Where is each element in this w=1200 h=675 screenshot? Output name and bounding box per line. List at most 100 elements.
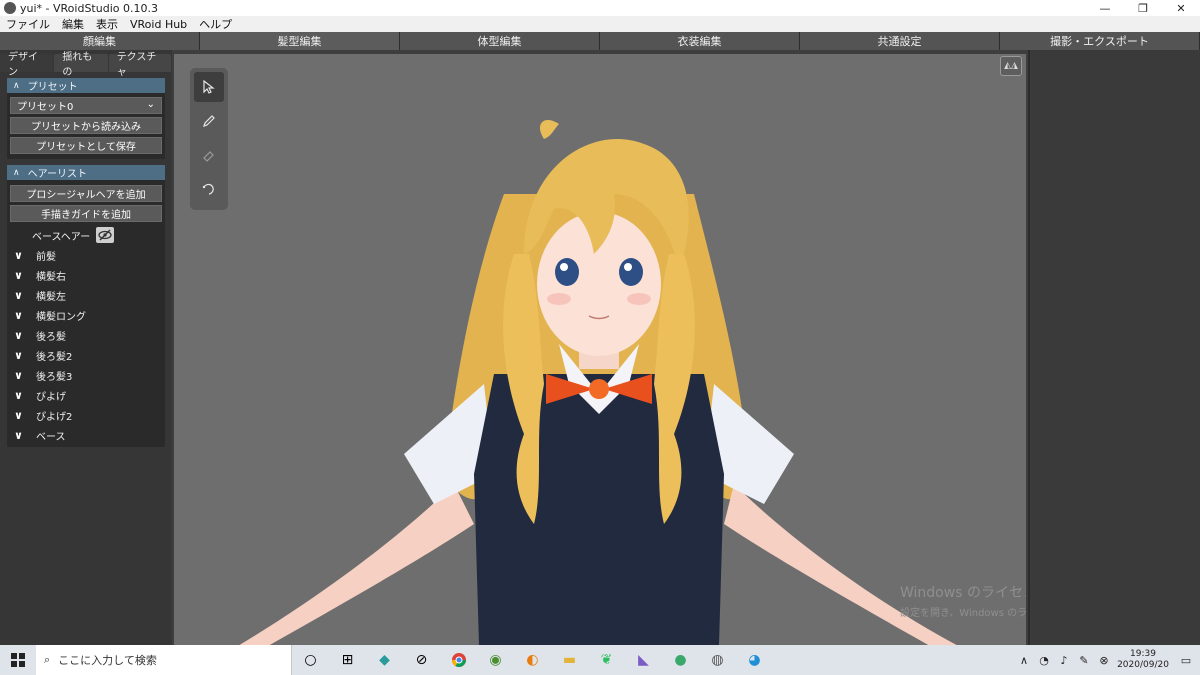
chevron-down-icon: ⌄ <box>146 99 155 110</box>
app-icon[interactable]: ● <box>662 645 699 675</box>
clock-time: 19:39 <box>1130 649 1156 659</box>
restore-icon[interactable]: ❐ <box>1124 0 1162 16</box>
select-arrow-icon[interactable] <box>194 72 224 102</box>
load-preset-button[interactable]: プリセットから読み込み <box>10 117 162 134</box>
tab-design[interactable]: デザイン <box>0 52 54 78</box>
hair-list-item[interactable]: ∨ 後ろ髪3 <box>10 365 162 385</box>
menu-file[interactable]: ファイル <box>0 16 56 32</box>
menu-vroid-hub[interactable]: VRoid Hub <box>124 18 193 31</box>
base-hair-label: ベースヘアー <box>32 231 91 243</box>
hair-item-label: ベース <box>36 431 66 443</box>
chevron-down-icon: ∨ <box>14 328 23 342</box>
hair-list-item[interactable]: ∨ 横髪左 <box>10 285 162 305</box>
tab-body-edit[interactable]: 体型編集 <box>400 32 600 50</box>
model-viewport[interactable]: ◭◮ Windows のライセンス認証 設定を開き、Windows のライセンス… <box>174 54 1026 645</box>
preset-section-header[interactable]: ∧ プリセット <box>7 78 165 93</box>
chevron-down-icon: ∨ <box>14 408 23 422</box>
task-view-icon[interactable]: ○ <box>292 645 329 675</box>
search-icon: ⌕ <box>44 653 51 666</box>
status-icon[interactable]: ⊗ <box>1094 654 1114 667</box>
hair-item-label: 横髪ロング <box>36 311 86 323</box>
clock-date: 2020/09/20 <box>1117 660 1169 670</box>
chevron-up-icon: ∧ <box>13 80 20 91</box>
hair-list-item[interactable]: ∨ ぴよげ <box>10 385 162 405</box>
hair-list-item[interactable]: ∨ 後ろ髪 <box>10 325 162 345</box>
vroid-icon[interactable]: ◍ <box>699 645 736 675</box>
menu-edit[interactable]: 編集 <box>56 16 90 32</box>
app-icon[interactable]: ◆ <box>366 645 403 675</box>
sub-tabs: デザイン 揺れもの テクスチャ <box>0 50 172 78</box>
menu-help[interactable]: ヘルプ <box>193 16 238 32</box>
hair-list-panel: プロシージャルヘアを追加 手描きガイドを追加 ベースヘアー ∨ 前髪 ∨ 横髪右 ∨… <box>7 180 165 447</box>
chrome-icon[interactable] <box>440 645 477 675</box>
hair-list-item[interactable]: ∨ 横髪右 <box>10 265 162 285</box>
notification-icon[interactable]: ▭ <box>1172 654 1200 667</box>
hair-item-label: 横髪右 <box>36 271 66 283</box>
main-tabs: 顔編集 髪型編集 体型編集 衣装編集 共通設定 撮影・エクスポート <box>0 32 1200 50</box>
blender-icon[interactable]: ◐ <box>514 645 551 675</box>
chevron-up-icon: ∧ <box>13 167 20 178</box>
hair-list-item[interactable]: ∨ ぴよげ2 <box>10 405 162 425</box>
hair-list-item[interactable]: ∨ ベース <box>10 425 162 445</box>
clock[interactable]: 19:39 2020/09/20 <box>1114 649 1172 671</box>
visual-studio-icon[interactable]: ◣ <box>625 645 662 675</box>
folder-icon[interactable]: ▬ <box>551 645 588 675</box>
menu-view[interactable]: 表示 <box>90 16 124 32</box>
smooth-curve-icon[interactable] <box>194 174 224 204</box>
tab-texture[interactable]: テクスチャ <box>108 52 171 78</box>
hair-item-label: 後ろ髪3 <box>36 371 73 383</box>
hair-item-label: ぴよげ <box>36 391 66 403</box>
pen-tray-icon[interactable]: ✎ <box>1074 654 1094 667</box>
evernote-icon[interactable]: ❦ <box>588 645 625 675</box>
widgets-icon[interactable]: ⊞ <box>329 645 366 675</box>
search-placeholder: ここに入力して検索 <box>58 654 157 667</box>
right-panel <box>1028 50 1200 645</box>
activation-watermark: Windows のライセンス認証 設定を開き、Windows のライセンス認証を… <box>900 582 1026 619</box>
hair-item-label: 後ろ髪 <box>36 331 66 343</box>
chevron-down-icon: ∨ <box>14 288 23 302</box>
pen-icon[interactable] <box>194 106 224 136</box>
add-procedural-hair-button[interactable]: プロシージャルヘアを追加 <box>10 185 162 202</box>
mirror-toggle-icon[interactable]: ◭◮ <box>1000 56 1022 76</box>
window-title: yui* - VRoidStudio 0.10.3 <box>20 1 158 15</box>
tab-photo-export[interactable]: 撮影・エクスポート <box>1000 32 1200 50</box>
chevron-down-icon: ∨ <box>14 428 23 442</box>
minimize-icon[interactable]: — <box>1086 0 1124 16</box>
visibility-off-icon[interactable] <box>96 227 115 243</box>
hair-list-section-header[interactable]: ∧ ヘアーリスト <box>7 165 165 180</box>
hair-item-label: ぴよげ2 <box>36 411 73 423</box>
volume-icon[interactable]: ♪ <box>1054 654 1074 667</box>
character-model <box>239 119 957 645</box>
chevron-down-icon: ∨ <box>14 348 23 362</box>
tab-swing[interactable]: 揺れもの <box>54 52 108 78</box>
chevron-down-icon: ∨ <box>14 308 23 322</box>
chevron-up-icon[interactable]: ∧ <box>1014 654 1034 667</box>
chevron-down-icon: ∨ <box>14 388 23 402</box>
hair-list-item[interactable]: ∨ 横髪ロング <box>10 305 162 325</box>
app-icon[interactable]: ⊘ <box>403 645 440 675</box>
tab-outfit-edit[interactable]: 衣装編集 <box>600 32 800 50</box>
save-preset-button[interactable]: プリセットとして保存 <box>10 137 162 154</box>
base-hair-row[interactable]: ベースヘアー <box>10 225 162 245</box>
tool-strip <box>190 68 228 210</box>
tab-common-settings[interactable]: 共通設定 <box>800 32 1000 50</box>
close-icon[interactable]: ✕ <box>1162 0 1200 16</box>
add-guide-button[interactable]: 手描きガイドを追加 <box>10 205 162 222</box>
left-panel: デザイン 揺れもの テクスチャ ∧ プリセット プリセット0 ⌄ プリセットから… <box>0 50 172 645</box>
windows-start-icon[interactable] <box>0 645 36 675</box>
hair-item-label: 前髪 <box>36 251 56 263</box>
app-icon[interactable]: ◉ <box>477 645 514 675</box>
edge-icon[interactable]: ◕ <box>736 645 773 675</box>
hair-item-label: 後ろ髪2 <box>36 351 73 363</box>
hair-item-label: 横髪左 <box>36 291 66 303</box>
taskbar-search-input[interactable]: ⌕ ここに入力して検索 <box>36 645 292 675</box>
tab-hair-edit[interactable]: 髪型編集 <box>200 32 400 50</box>
chevron-down-icon: ∨ <box>14 248 23 262</box>
hair-list-item[interactable]: ∨ 後ろ髪2 <box>10 345 162 365</box>
hair-list-item[interactable]: ∨ 前髪 <box>10 245 162 265</box>
network-icon[interactable]: ◔ <box>1034 654 1054 667</box>
eraser-icon[interactable] <box>194 140 224 170</box>
system-tray: ∧ ◔ ♪ ✎ ⊗ 19:39 2020/09/20 ▭ <box>1014 645 1200 675</box>
preset-select[interactable]: プリセット0 ⌄ <box>10 97 162 114</box>
preset-section-title: プリセット <box>27 82 78 93</box>
